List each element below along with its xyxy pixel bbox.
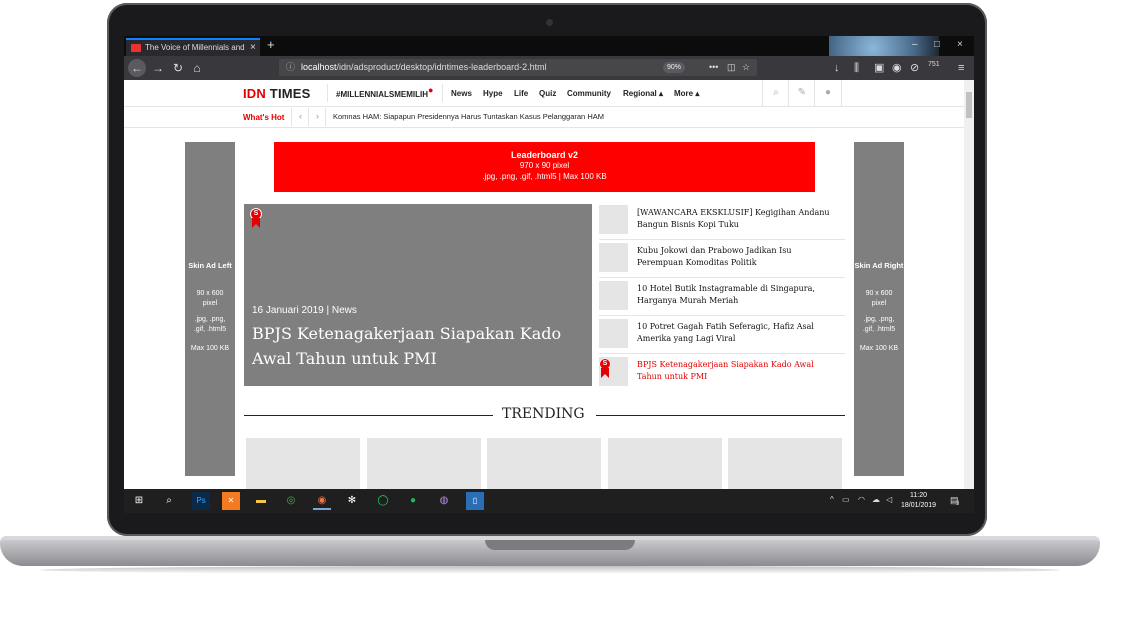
minimize-button[interactable]: – xyxy=(912,36,918,54)
sponsored-badge-icon: S xyxy=(599,358,611,378)
sponsored-badge-icon: S xyxy=(250,208,262,228)
list-item[interactable]: 10 Hotel Butik Instagramable di Singapur… xyxy=(599,278,845,316)
thumbnail xyxy=(599,243,628,272)
hashtag-link[interactable]: #MILLENNIALSMEMILIH● xyxy=(336,85,433,99)
whats-hot-label: What's Hot xyxy=(243,113,285,122)
skin-ad-title: Skin Ad Right xyxy=(854,261,904,270)
next-arrow-icon[interactable]: › xyxy=(316,111,319,121)
hamburger-menu-icon[interactable]: ≡ xyxy=(958,59,964,77)
thumbnail xyxy=(599,319,628,348)
firefox-icon[interactable]: ◉ xyxy=(313,492,331,510)
spotify-icon[interactable]: ● xyxy=(404,492,422,510)
favicon-icon xyxy=(131,44,141,52)
site-logo[interactable]: IDN TIMES xyxy=(243,86,311,101)
nav-life[interactable]: Life xyxy=(514,89,528,98)
tray-onedrive-icon[interactable]: ☁ xyxy=(872,495,880,504)
xampp-icon[interactable]: ✕ xyxy=(222,492,240,510)
nav-community[interactable]: Community xyxy=(567,89,611,98)
url-bar[interactable]: ⓘ localhost/idn/adsproduct/desktop/idnti… xyxy=(279,59,757,76)
url-text: localhost/idn/adsproduct/desktop/idntime… xyxy=(301,62,547,72)
nav-regional[interactable]: Regional ▴ xyxy=(623,89,663,98)
photoshop-icon[interactable]: Ps xyxy=(192,492,210,510)
nav-more[interactable]: More ▴ xyxy=(674,89,699,98)
zoom-indicator[interactable]: 90% xyxy=(663,62,685,73)
bookmark-star-icon[interactable]: ☆ xyxy=(742,59,750,76)
sidebar-icon[interactable]: ▣ xyxy=(874,59,884,77)
tray-chevron-icon[interactable]: ^ xyxy=(830,495,834,504)
trending-card[interactable] xyxy=(487,438,601,489)
tray-wifi-icon[interactable]: ◠ xyxy=(858,495,865,504)
extension-2-icon[interactable]: ⊘ xyxy=(910,59,919,77)
page-actions-icon[interactable]: ••• xyxy=(709,59,718,76)
nav-quiz[interactable]: Quiz xyxy=(539,89,556,98)
slack-icon[interactable]: ✻ xyxy=(343,492,361,510)
search-icon[interactable]: ⌕ xyxy=(160,492,178,510)
trending-card[interactable] xyxy=(367,438,481,489)
web-page: IDN TIMES #MILLENNIALSMEMILIH● News Hype… xyxy=(124,80,964,489)
trending-card[interactable] xyxy=(728,438,842,489)
info-icon[interactable]: ⓘ xyxy=(286,59,295,76)
laptop-notch xyxy=(485,540,635,550)
whatsapp-icon[interactable]: ◯ xyxy=(374,492,392,510)
tab-title: The Voice of Millennials and Gen Z xyxy=(145,43,245,52)
skin-ad-title: Skin Ad Left xyxy=(188,261,232,270)
hero-title[interactable]: BPJS Ketenagakerjaan Siapakan Kado Awal … xyxy=(252,321,572,371)
trending-card[interactable] xyxy=(246,438,360,489)
list-item[interactable]: Kubu Jokowi dan Prabowo Jadikan Isu Pere… xyxy=(599,240,845,278)
whats-hot-headline[interactable]: Komnas HAM: Siapapun Presidennya Harus T… xyxy=(333,112,604,121)
nav-hype[interactable]: Hype xyxy=(483,89,503,98)
pocket-icon[interactable]: ◫ xyxy=(727,59,736,76)
new-tab-button[interactable]: + xyxy=(267,36,275,54)
list-item[interactable]: [WAWANCARA EKSKLUSIF] Kegigihan Andanu B… xyxy=(599,202,845,240)
trending-card[interactable] xyxy=(608,438,722,489)
webcam xyxy=(546,19,553,26)
back-button[interactable]: ← xyxy=(128,59,146,77)
chrome-icon[interactable]: ◎ xyxy=(282,492,300,510)
reload-button[interactable]: ↻ xyxy=(169,59,187,77)
thumbnail xyxy=(599,205,628,234)
clock[interactable]: 11:20 18/01/2019 xyxy=(901,491,936,511)
library-icon[interactable]: ⫼ xyxy=(854,59,859,77)
skin-ad-left[interactable]: Skin Ad Left 90 x 600 pixel .jpg, .png, .g… xyxy=(185,142,235,476)
nav-bar: ← → ↻ ⌂ ⓘ localhost/idn/adsproduct/deskt… xyxy=(124,56,974,80)
search-icon[interactable]: ⌕ xyxy=(762,80,789,106)
tray-volume-icon[interactable]: ◁ xyxy=(886,495,892,504)
browser-tab[interactable]: The Voice of Millennials and Gen Z × xyxy=(126,38,260,56)
write-icon[interactable]: ✎ xyxy=(788,80,815,106)
prev-arrow-icon[interactable]: ‹ xyxy=(299,111,302,121)
forward-button[interactable]: → xyxy=(149,59,167,77)
site-header: IDN TIMES #MILLENNIALSMEMILIH● News Hype… xyxy=(124,80,964,107)
hero-article[interactable]: S 16 Januari 2019 | News BPJS Ketenagake… xyxy=(244,204,592,386)
thumbnail xyxy=(599,281,628,310)
list-item[interactable]: S BPJS Ketenagakerjaan Siapakan Kado Awa… xyxy=(599,354,845,391)
leaderboard-ad[interactable]: Leaderboard v2 970 x 90 pixel .jpg, .png… xyxy=(274,142,815,192)
page-scrollbar[interactable] xyxy=(964,80,974,489)
start-button-icon[interactable]: ⊞ xyxy=(130,492,148,510)
user-icon[interactable]: ● xyxy=(814,80,842,106)
close-window-button[interactable]: × xyxy=(957,36,963,54)
tab-bar: The Voice of Millennials and Gen Z × + –… xyxy=(124,36,974,56)
file-explorer-icon[interactable]: ▬ xyxy=(252,492,270,510)
skin-ad-right[interactable]: Skin Ad Right 90 x 600 pixel .jpg, .png,.… xyxy=(854,142,904,476)
whats-hot-bar: What's Hot ‹ › Komnas HAM: Siapapun Pres… xyxy=(124,107,964,128)
app-2-icon[interactable]: ▯ xyxy=(466,492,484,510)
list-item[interactable]: 10 Potret Gagah Fatih Seferagic, Hafiz A… xyxy=(599,316,845,354)
hero-date: 16 Januari 2019 | News xyxy=(252,305,357,316)
tray-network-icon[interactable]: ▭ xyxy=(842,495,850,504)
screen: The Voice of Millennials and Gen Z × + –… xyxy=(124,36,974,513)
theme-decoration xyxy=(829,36,939,56)
tab-close-icon[interactable]: × xyxy=(250,39,256,57)
extension-badge[interactable]: 751 xyxy=(928,56,940,74)
nav-news[interactable]: News xyxy=(451,89,472,98)
app-icon[interactable]: ◍ xyxy=(435,492,453,510)
download-icon[interactable]: ↓ xyxy=(834,59,840,77)
extension-icon[interactable]: ◉ xyxy=(892,59,902,77)
maximize-button[interactable]: □ xyxy=(934,36,940,54)
taskbar: ⊞ ⌕ Ps ✕ ▬ ◎ ◉ ✻ ◯ ● ◍ ▯ ^ ▭ ◠ ☁ ◁ 11:20… xyxy=(124,489,974,513)
notification-count: 3 xyxy=(956,501,960,507)
home-button[interactable]: ⌂ xyxy=(188,59,206,77)
trending-heading: TRENDING xyxy=(244,406,845,426)
